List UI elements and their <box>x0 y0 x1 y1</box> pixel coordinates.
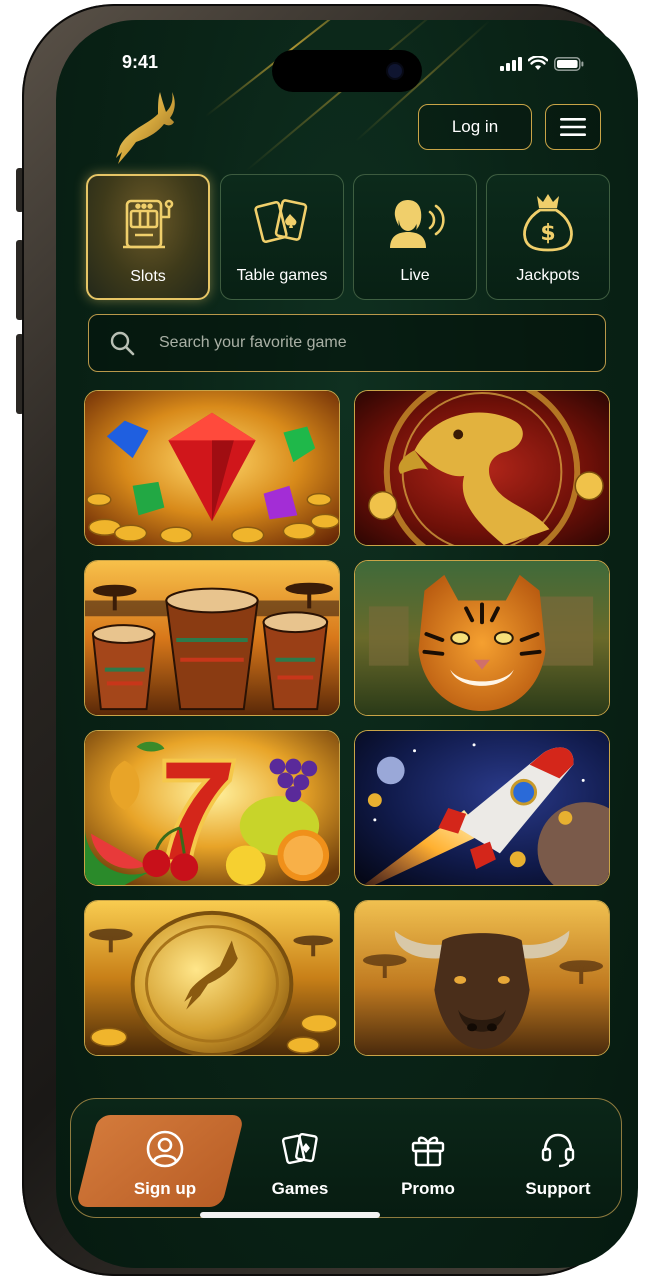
hamburger-icon <box>560 118 586 136</box>
home-indicator[interactable] <box>200 1212 380 1218</box>
game-tile-dragon[interactable] <box>354 390 610 546</box>
dragon-artwork <box>355 391 609 545</box>
phone-frame: 9:41 Log in ●●● Slots Table games Live $… <box>22 4 638 1276</box>
antelope-logo-icon <box>116 92 175 164</box>
slot-machine-icon: ●●● <box>123 199 174 249</box>
tab-label: Jackpots <box>516 267 580 284</box>
game-tile-gold-coin[interactable] <box>84 900 340 1056</box>
tiger-artwork <box>355 561 609 715</box>
tab-table-games[interactable]: Table games <box>220 174 344 300</box>
game-tile-buffalo[interactable] <box>354 900 610 1056</box>
signal-icon <box>500 56 522 71</box>
tab-label: Slots <box>130 268 166 285</box>
game-tile-rocket[interactable] <box>354 730 610 886</box>
nav-promo[interactable]: Promo <box>381 1099 475 1219</box>
game-tile-fruits[interactable] <box>84 730 340 886</box>
money-bag-icon: $ <box>523 194 573 252</box>
wifi-icon <box>528 56 548 70</box>
buffalo-artwork <box>355 901 609 1055</box>
tab-label: Live <box>400 267 430 284</box>
nav-label: Promo <box>401 1179 455 1198</box>
login-button[interactable]: Log in <box>418 104 532 150</box>
nav-games[interactable]: Games <box>253 1099 347 1219</box>
category-tabs: ●●● Slots Table games Live $ Jackpots <box>86 174 610 300</box>
user-icon <box>146 1130 184 1168</box>
nav-label: Support <box>525 1179 591 1198</box>
tab-slots[interactable]: ●●● Slots <box>86 174 210 300</box>
status-icons <box>500 56 584 71</box>
nav-label: Sign up <box>133 1179 197 1198</box>
gems-artwork <box>85 391 339 545</box>
nav-sign-up[interactable]: Sign up <box>109 1099 221 1219</box>
cards-icon <box>281 1132 318 1165</box>
live-dealer-icon <box>390 200 445 248</box>
light-streak <box>245 20 446 172</box>
gold-coin-artwork <box>85 901 339 1055</box>
search-input[interactable] <box>159 323 605 363</box>
menu-button[interactable] <box>545 104 601 150</box>
dynamic-island <box>272 50 422 92</box>
search-bar <box>88 314 606 372</box>
nav-support[interactable]: Support <box>503 1099 613 1219</box>
gift-icon <box>411 1136 445 1167</box>
camera-icon <box>388 64 402 78</box>
app-screen: 9:41 Log in ●●● Slots Table games Live $… <box>56 20 638 1268</box>
tab-live[interactable]: Live <box>353 174 477 300</box>
search-icon <box>110 331 135 356</box>
battery-icon <box>554 56 584 71</box>
nav-label: Games <box>271 1179 329 1198</box>
playing-cards-icon <box>254 199 308 244</box>
bottom-nav: Sign up Games Promo Support <box>70 1098 622 1218</box>
game-tile-tiger[interactable] <box>354 560 610 716</box>
svg-text:$: $ <box>540 221 555 246</box>
svg-text:●●●: ●●● <box>135 202 153 210</box>
tab-jackpots[interactable]: $ Jackpots <box>486 174 610 300</box>
headset-icon <box>541 1133 575 1168</box>
rocket-artwork <box>355 731 609 885</box>
game-tile-gems[interactable] <box>84 390 340 546</box>
status-time: 9:41 <box>122 52 159 72</box>
drums-artwork <box>85 561 339 715</box>
tab-label: Table games <box>236 267 328 284</box>
fruits-artwork <box>85 731 339 885</box>
status-bar: 9:41 <box>56 50 638 92</box>
game-tile-drums[interactable] <box>84 560 340 716</box>
